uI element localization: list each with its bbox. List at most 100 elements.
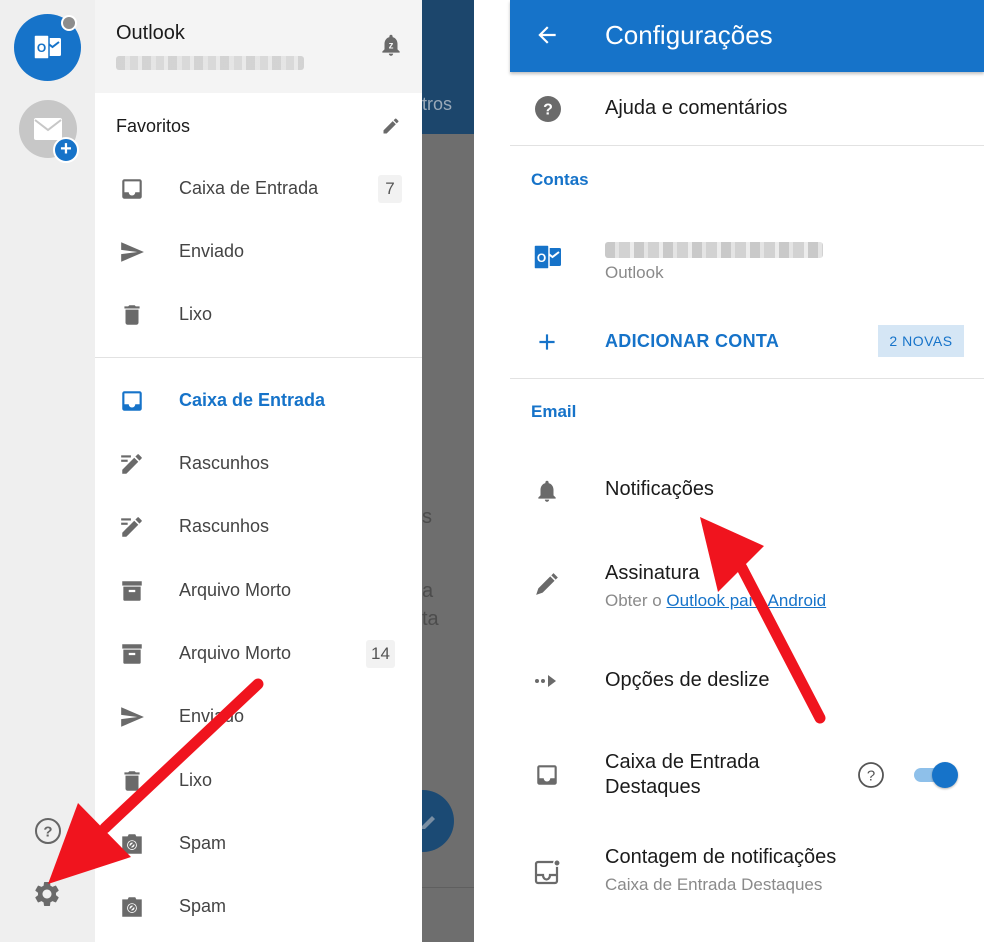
notifications-label: Notificações (605, 478, 714, 500)
folder-label: Spam (179, 896, 227, 916)
accounts-section-header: Contas (531, 170, 589, 189)
account-status-dot (61, 15, 77, 31)
folder-label: Caixa de Entrada (179, 390, 326, 410)
folder-item-archive[interactable]: Arquivo Morto 14 (95, 624, 422, 684)
dimmed-background-app[interactable]: tros s a ta (422, 0, 474, 942)
folder-item-archive[interactable]: Arquivo Morto (95, 561, 422, 621)
svg-text:?: ? (543, 102, 553, 119)
folder-item-trash[interactable]: Lixo (95, 751, 422, 811)
swipe-arrow-icon (535, 675, 556, 687)
new-badge: 2 NOVAS (878, 325, 964, 357)
trash-icon (124, 771, 140, 791)
badge-count-label: Contagem de notificações (605, 846, 837, 868)
trash-icon (124, 305, 140, 325)
favorite-item-sent[interactable]: Enviado (95, 222, 422, 282)
plus-icon (539, 334, 555, 350)
send-icon (121, 707, 144, 727)
favorites-header: Favoritos (116, 116, 191, 136)
help-icon[interactable]: ? (34, 817, 62, 845)
email-section-header: Email (531, 402, 577, 421)
signature-subtitle: Obter o Outlook para Android (605, 591, 826, 611)
folder-item-drafts[interactable]: Rascunhos (95, 434, 422, 494)
folder-label: Spam (179, 833, 227, 853)
folder-item-sent[interactable]: Enviado (95, 687, 422, 747)
drawer-header: Outlook z (95, 0, 422, 93)
svg-text:?: ? (867, 768, 875, 785)
unread-count: 14 (366, 640, 395, 668)
back-arrow-icon[interactable] (534, 22, 560, 48)
edit-favorites-pencil-icon[interactable] (381, 116, 401, 136)
bell-icon (538, 480, 556, 502)
outlook-logo-icon: O (534, 244, 561, 270)
add-account-label: ADICIONAR CONTA (605, 331, 780, 351)
archive-icon (122, 581, 142, 601)
badge-inbox-icon (534, 859, 561, 885)
dimmed-divider (422, 887, 474, 888)
account-rail: O + ? (0, 0, 95, 942)
drafts-icon (121, 517, 142, 537)
inbox-icon (122, 179, 142, 199)
folder-label: Rascunhos (179, 453, 270, 473)
folder-item-spam[interactable]: Spam (95, 814, 422, 874)
folder-label: Rascunhos (179, 516, 270, 536)
folder-item-spam[interactable]: Spam (95, 877, 422, 937)
folder-drawer: Outlook z Favoritos Caixa de Entrada 7 E… (95, 0, 422, 942)
signature-subtitle-prefix: Obter o (605, 591, 667, 610)
inbox-icon (537, 765, 557, 785)
swipe-options-label: Opções de deslize (605, 669, 770, 691)
settings-gear-icon[interactable] (32, 879, 62, 909)
folder-label: Lixo (179, 304, 213, 324)
blurred-account-email (116, 56, 304, 70)
page-title: Configurações (605, 20, 773, 50)
outlook-logo-icon: O (34, 34, 61, 60)
account-type-label: Outlook (605, 263, 664, 282)
svg-text:O: O (537, 251, 546, 265)
pen-icon (536, 573, 558, 595)
inbox-icon (122, 391, 142, 411)
svg-text:z: z (389, 40, 394, 51)
section-divider (510, 145, 984, 146)
folder-item-inbox[interactable]: Caixa de Entrada (95, 371, 422, 431)
help-icon: ? (535, 96, 561, 122)
help-circle-icon[interactable]: ? (857, 761, 885, 789)
spam-icon (122, 897, 142, 917)
folder-label: Arquivo Morto (179, 643, 292, 663)
folder-label: Caixa de Entrada (179, 178, 319, 198)
dimmed-tab-text: tros (422, 94, 453, 114)
help-feedback-label: Ajuda e comentários (605, 97, 788, 119)
outlook-android-link[interactable]: Outlook para Android (666, 591, 826, 610)
favorite-item-inbox[interactable]: Caixa de Entrada 7 (95, 159, 422, 219)
send-icon (121, 242, 144, 262)
focused-inbox-toggle[interactable] (914, 762, 958, 788)
focused-inbox-label-line1: Caixa de Entrada (605, 751, 760, 773)
archive-icon (122, 644, 142, 664)
do-not-disturb-bell-icon[interactable]: z (378, 31, 404, 59)
folder-label: Enviado (179, 241, 245, 261)
signature-label: Assinatura (605, 562, 700, 584)
dimmed-text: ta (422, 608, 439, 630)
folder-label: Enviado (179, 706, 245, 726)
favorite-item-trash[interactable]: Lixo (95, 285, 422, 345)
toggle-knob (932, 762, 958, 788)
settings-app-bar: Configurações (510, 0, 984, 72)
compose-pencil-icon (422, 816, 435, 829)
outlook-drawer-screen: O + ? Outlook z Favoritos Caixa de Entra… (0, 0, 474, 942)
section-divider (510, 378, 984, 379)
spam-icon (122, 834, 142, 854)
folder-item-drafts[interactable]: Rascunhos (95, 497, 422, 557)
settings-screen: Configurações ? Ajuda e comentários Cont… (510, 0, 984, 942)
blurred-account-email (605, 242, 823, 258)
drawer-account-title: Outlook (116, 22, 185, 44)
folder-label: Lixo (179, 770, 213, 790)
svg-text:O: O (37, 41, 46, 55)
badge-count-subtitle: Caixa de Entrada Destaques (605, 875, 823, 894)
dimmed-text: a (422, 580, 434, 602)
drawer-divider (95, 357, 422, 358)
svg-text:?: ? (43, 824, 52, 841)
add-account-plus-icon: + (53, 137, 79, 163)
dimmed-text: s (422, 506, 432, 528)
drafts-icon (121, 454, 142, 474)
folder-label: Arquivo Morto (179, 580, 292, 600)
focused-inbox-label-line2: Destaques (605, 776, 701, 798)
mail-icon (34, 118, 62, 140)
